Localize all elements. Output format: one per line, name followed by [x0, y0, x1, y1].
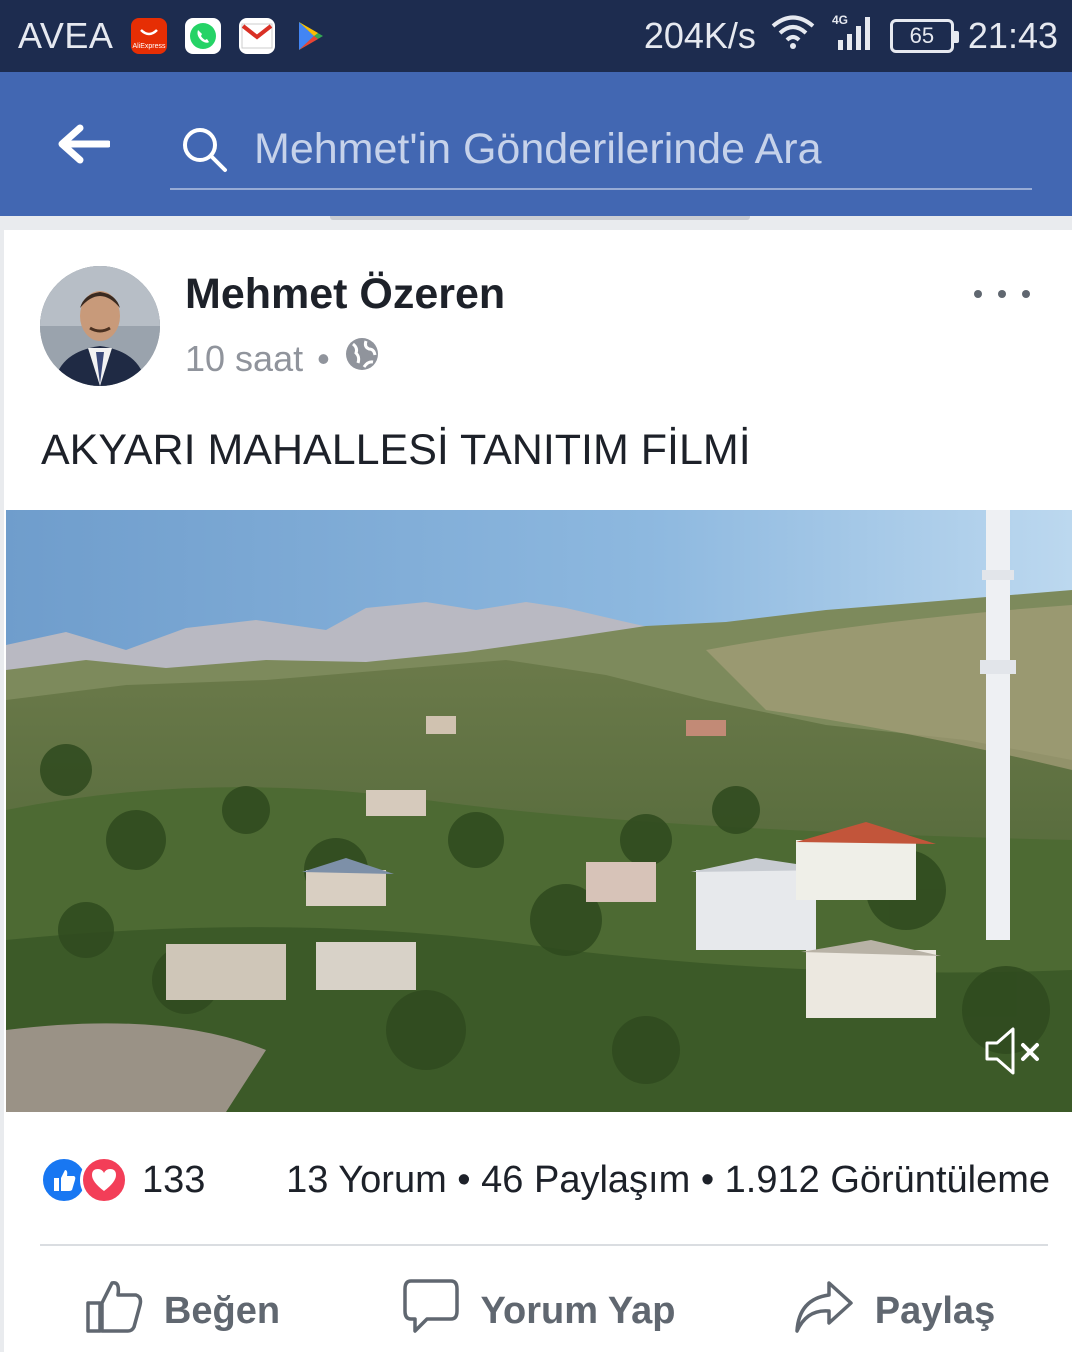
globe-icon — [344, 336, 380, 381]
avatar[interactable] — [40, 266, 160, 386]
thumbs-up-icon — [84, 1277, 144, 1345]
battery-level: 65 — [909, 23, 935, 48]
comment-icon — [401, 1277, 461, 1345]
like-button[interactable]: Beğen — [4, 1270, 360, 1352]
post-actions: Beğen Yorum Yap Paylaş — [4, 1270, 1072, 1352]
search-input[interactable] — [254, 124, 1014, 174]
status-right: 204K/s 4G 65 21:43 — [644, 12, 1058, 61]
aliexpress-label: AliExpress — [133, 43, 167, 50]
post-meta: 10 saat • — [185, 336, 380, 381]
status-bar: AVEA AliExpress 204K/s 4G 65 21:43 — [0, 0, 1072, 72]
reactions-summary[interactable]: 133 — [40, 1156, 205, 1204]
comments-shares-views[interactable]: 13 Yorum • 46 Paylaşım • 1.912 Görüntüle… — [286, 1159, 1050, 1202]
meta-separator: • — [317, 337, 330, 379]
network-type: 4G — [832, 13, 848, 27]
aliexpress-icon: AliExpress — [131, 18, 168, 54]
network-speed: 204K/s — [643, 15, 756, 56]
notification-icons: AliExpress — [131, 18, 329, 54]
post-card: Mehmet Özeren 10 saat • AKYARI MAHALLESİ… — [4, 230, 1072, 1352]
divider — [40, 1244, 1048, 1246]
comment-button[interactable]: Yorum Yap — [360, 1270, 716, 1352]
post-text: AKYARI MAHALLESİ TANITIM FİLMİ — [41, 426, 751, 474]
search-bar[interactable] — [170, 110, 1032, 190]
like-label: Beğen — [163, 1289, 281, 1332]
back-arrow-icon[interactable] — [52, 116, 116, 172]
gmail-icon — [239, 18, 276, 54]
battery-icon: 65 — [889, 19, 959, 53]
video-thumbnail — [6, 510, 1072, 1112]
love-reaction-icon — [80, 1156, 128, 1204]
mute-icon[interactable] — [978, 1016, 1048, 1086]
video-player[interactable] — [6, 510, 1072, 1112]
clock: 21:43 — [967, 15, 1058, 56]
search-header — [0, 72, 1072, 216]
previous-post-edge — [0, 216, 1072, 230]
share-button[interactable]: Paylaş — [716, 1270, 1072, 1352]
reaction-count: 133 — [142, 1158, 206, 1201]
play-store-icon — [293, 18, 329, 54]
post-stats: 133 13 Yorum • 46 Paylaşım • 1.912 Görün… — [40, 1148, 1050, 1212]
wifi-icon — [770, 15, 816, 58]
carrier-label: AVEA — [18, 15, 114, 56]
search-icon — [176, 121, 232, 177]
whatsapp-icon — [185, 18, 222, 54]
signal-icon: 4G — [830, 12, 876, 61]
more-options-icon[interactable] — [974, 284, 1030, 304]
post-author[interactable]: Mehmet Özeren — [185, 270, 505, 319]
comment-label: Yorum Yap — [480, 1289, 676, 1332]
share-icon — [793, 1277, 855, 1345]
post-time[interactable]: 10 saat — [185, 338, 303, 380]
share-label: Paylaş — [874, 1289, 996, 1332]
